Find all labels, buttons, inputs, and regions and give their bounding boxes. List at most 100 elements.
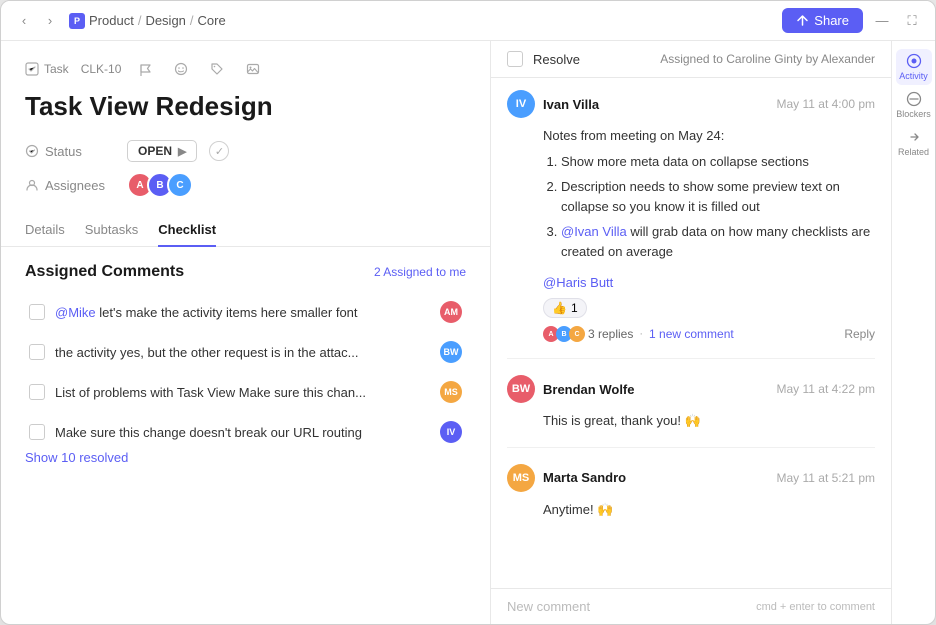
tab-details[interactable]: Details bbox=[25, 214, 65, 247]
comment-intro: Notes from meeting on May 24: bbox=[543, 126, 875, 146]
assignees-icon bbox=[25, 178, 39, 192]
activity-icon bbox=[906, 53, 922, 69]
checklist-checkbox[interactable] bbox=[29, 304, 45, 320]
share-label: Share bbox=[814, 13, 849, 28]
checklist-item-text: Make sure this change doesn't break our … bbox=[55, 425, 430, 440]
comment-text: This is great, thank you! 🙌 bbox=[543, 413, 701, 428]
comment: IV Ivan Villa May 11 at 4:00 pm Notes fr… bbox=[507, 90, 875, 342]
comment-body: Notes from meeting on May 24: Show more … bbox=[543, 126, 875, 267]
sidebar-activity-button[interactable]: Activity bbox=[896, 49, 932, 85]
right-panel: Resolve Assigned to Caroline Ginty by Al… bbox=[491, 41, 935, 624]
breadcrumb-product[interactable]: Product bbox=[89, 13, 134, 28]
checklist-content: Assigned Comments 2 Assigned to me @Mike… bbox=[1, 247, 490, 624]
image-button[interactable] bbox=[241, 57, 265, 81]
avatar[interactable]: C bbox=[167, 172, 193, 198]
task-title: Task View Redesign bbox=[25, 91, 466, 122]
sidebar-related-button[interactable]: Related bbox=[896, 125, 932, 161]
nav-back-button[interactable]: ‹ bbox=[13, 10, 35, 32]
resolve-checkbox[interactable] bbox=[507, 51, 523, 67]
comment-time: May 11 at 4:22 pm bbox=[777, 382, 876, 396]
tab-checklist[interactable]: Checklist bbox=[158, 214, 216, 247]
task-id: CLK-10 bbox=[81, 62, 122, 76]
sidebar-blockers-label: Blockers bbox=[896, 109, 931, 119]
comment-author: Marta Sandro bbox=[543, 470, 626, 485]
titlebar-actions: Share — ⛶ bbox=[782, 8, 923, 33]
checklist-checkbox[interactable] bbox=[29, 424, 45, 440]
reply-avatar: C bbox=[569, 326, 585, 342]
emoji-button[interactable] bbox=[169, 57, 193, 81]
reaction-emoji: 👍 bbox=[552, 301, 567, 315]
assigned-me-badge[interactable]: 2 Assigned to me bbox=[374, 265, 466, 279]
breadcrumb-sep-1: / bbox=[138, 13, 142, 28]
reply-avatars: A B C bbox=[543, 326, 582, 342]
checklist-item-avatar: BW bbox=[440, 341, 462, 363]
flag-button[interactable] bbox=[133, 57, 157, 81]
status-field-label: Status bbox=[25, 144, 115, 159]
show-resolved-link[interactable]: Show 10 resolved bbox=[25, 450, 128, 465]
comment-avatar: IV bbox=[507, 90, 535, 118]
new-comment-link[interactable]: 1 new comment bbox=[649, 327, 734, 341]
tag-button[interactable] bbox=[205, 57, 229, 81]
comment: BW Brendan Wolfe May 11 at 4:22 pm This … bbox=[507, 375, 875, 431]
comment-body: This is great, thank you! 🙌 bbox=[543, 411, 875, 431]
list-item: @Ivan Villa will grab data on how many c… bbox=[561, 222, 875, 261]
checklist-checkbox[interactable] bbox=[29, 344, 45, 360]
resolve-assigned: Assigned to Caroline Ginty by Alexander bbox=[660, 52, 875, 66]
task-icon bbox=[25, 62, 39, 76]
comment-list: Show more meta data on collapse sections… bbox=[543, 152, 875, 262]
separator: · bbox=[639, 328, 643, 340]
right-sidebar: Activity Blockers Related bbox=[891, 41, 935, 624]
main-content: Task CLK-10 bbox=[1, 41, 935, 624]
comment-header: IV Ivan Villa May 11 at 4:00 pm bbox=[507, 90, 875, 118]
comment-header: MS Marta Sandro May 11 at 5:21 pm bbox=[507, 464, 875, 492]
mention: @Mike bbox=[55, 305, 96, 320]
breadcrumb: P Product / Design / Core bbox=[69, 13, 226, 29]
replies-count: 3 replies bbox=[588, 327, 633, 341]
breadcrumb-core[interactable]: Core bbox=[198, 13, 226, 28]
sidebar-related-label: Related bbox=[898, 147, 929, 157]
nav-forward-button[interactable]: › bbox=[39, 10, 61, 32]
sidebar-blockers-button[interactable]: Blockers bbox=[896, 87, 932, 123]
reaction-pill[interactable]: 👍 1 bbox=[543, 298, 587, 318]
image-icon bbox=[246, 62, 260, 76]
comment-text: Anytime! 🙌 bbox=[543, 502, 613, 517]
status-icon bbox=[25, 144, 39, 158]
comment: MS Marta Sandro May 11 at 5:21 pm Anytim… bbox=[507, 464, 875, 520]
status-check-button[interactable]: ✓ bbox=[209, 141, 229, 161]
titlebar: ‹ › P Product / Design / Core Share — ⛶ bbox=[1, 1, 935, 41]
reply-button[interactable]: Reply bbox=[844, 327, 875, 341]
status-label: OPEN bbox=[138, 144, 172, 158]
comment-header: BW Brendan Wolfe May 11 at 4:22 pm bbox=[507, 375, 875, 403]
new-comment-hint: cmd + enter to comment bbox=[756, 601, 875, 613]
list-item: @Mike let's make the activity items here… bbox=[25, 295, 466, 329]
resolve-bar: Resolve Assigned to Caroline Ginty by Al… bbox=[491, 41, 891, 78]
checklist-item-text: List of problems with Task View Make sur… bbox=[55, 385, 430, 400]
list-item: Description needs to show some preview t… bbox=[561, 177, 875, 216]
comment-author: Ivan Villa bbox=[543, 97, 599, 112]
checklist-item-text: the activity yes, but the other request … bbox=[55, 345, 430, 360]
checklist-checkbox[interactable] bbox=[29, 384, 45, 400]
task-meta-bar: Task CLK-10 bbox=[25, 57, 466, 81]
assignees-list: A B C bbox=[127, 172, 187, 198]
comment-divider bbox=[507, 447, 875, 448]
task-type-item: Task bbox=[25, 62, 69, 76]
status-badge[interactable]: OPEN ▶ bbox=[127, 140, 197, 162]
checklist-items: @Mike let's make the activity items here… bbox=[25, 295, 466, 449]
list-item: Make sure this change doesn't break our … bbox=[25, 415, 466, 449]
comment-footer: A B C 3 replies · 1 new comment Reply bbox=[543, 326, 875, 342]
comment-reactions: 👍 1 bbox=[543, 298, 875, 318]
share-button[interactable]: Share bbox=[782, 8, 863, 33]
tab-subtasks[interactable]: Subtasks bbox=[85, 214, 138, 247]
checklist-item-text: @Mike let's make the activity items here… bbox=[55, 305, 430, 320]
left-panel: Task CLK-10 bbox=[1, 41, 491, 624]
tag-icon bbox=[210, 62, 224, 76]
new-comment-input[interactable] bbox=[507, 599, 746, 614]
checklist-section-header: Assigned Comments 2 Assigned to me bbox=[25, 263, 466, 281]
window-expand-button[interactable]: ⛶ bbox=[901, 10, 923, 32]
breadcrumb-design[interactable]: Design bbox=[145, 13, 185, 28]
comment-avatar: BW bbox=[507, 375, 535, 403]
nav-buttons: ‹ › bbox=[13, 10, 61, 32]
breadcrumb-sep-2: / bbox=[190, 13, 194, 28]
window-minimize-button[interactable]: — bbox=[871, 10, 893, 32]
comment-avatar: MS bbox=[507, 464, 535, 492]
